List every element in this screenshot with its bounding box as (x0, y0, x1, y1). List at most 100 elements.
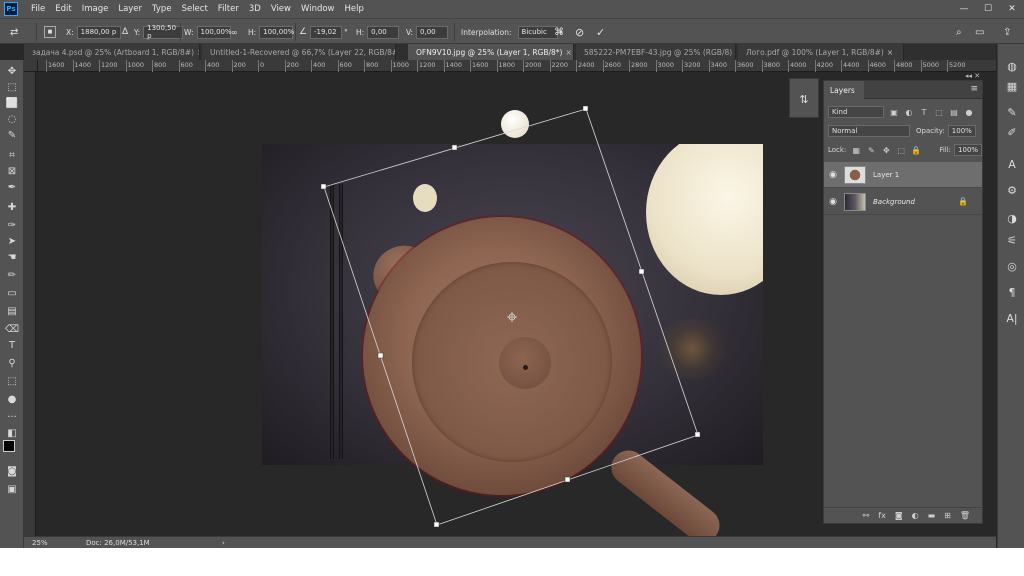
tab-untitled-recovered[interactable]: Untitled-1-Recovered @ 66,7% (Layer 22, … (202, 44, 396, 60)
eraser-tool-icon[interactable]: ⌫ (4, 322, 20, 336)
layer-name[interactable]: Layer 1 (873, 171, 899, 179)
clone-source-icon[interactable]: ⚙ (1004, 182, 1020, 198)
free-transform-bounding-box[interactable] (37, 72, 823, 536)
new-adjustment-icon[interactable]: ◐ (912, 511, 919, 520)
frame-tool-icon[interactable]: ⊠ (4, 164, 20, 178)
menu-image[interactable]: Image (77, 4, 114, 14)
smart-object-filter-icon[interactable]: ▤ (949, 107, 959, 117)
x-input[interactable]: 1880,00 p (76, 25, 121, 39)
layer-row-background[interactable]: ◉ Background 🔒 (824, 189, 982, 215)
cancel-transform-icon[interactable]: ⊘ (575, 25, 584, 39)
hand-tool-icon[interactable]: ☚ (4, 250, 20, 264)
layer-style-icon[interactable]: fx (878, 511, 886, 520)
libraries-icon[interactable]: ◎ (1004, 258, 1020, 274)
transform-handle[interactable] (320, 183, 327, 190)
screen-mode-icon[interactable]: ▣ (4, 482, 20, 496)
visibility-eye-icon[interactable]: ◉ (824, 170, 842, 180)
vertical-skew-input[interactable]: 0,00 (416, 25, 449, 39)
filter-toggle-icon[interactable]: ● (964, 107, 974, 117)
glyphs-icon[interactable]: A| (1004, 310, 1020, 326)
width-input[interactable]: 100,00% (196, 25, 232, 39)
foreground-color-swatch[interactable] (3, 440, 15, 452)
history-icon[interactable]: ⇅ (796, 91, 812, 107)
status-menu-arrow-icon[interactable]: › (222, 539, 225, 547)
default-colors-icon[interactable]: ◧ (4, 426, 20, 440)
y-input[interactable]: 1300,50 p (143, 24, 184, 40)
horizontal-ruler[interactable]: 1600 1400 1200 1000 800 600 400 200 0 200 400 600 80… (38, 60, 996, 72)
brush-tool-icon[interactable]: ✏ (4, 268, 20, 282)
fill-input[interactable]: 100% (954, 144, 983, 156)
tab-close-icon[interactable]: × (197, 48, 199, 57)
link-icon[interactable]: ∞ (231, 25, 238, 39)
tab-zadacha[interactable]: задача 4.psd @ 25% (Artboard 1, RGB/8#) … (24, 44, 200, 60)
brush-settings-icon[interactable]: ✎ (1004, 104, 1020, 120)
path-selection-tool-icon[interactable]: ➤ (4, 234, 20, 248)
maximize-icon[interactable]: ☐ (976, 0, 1000, 18)
eyedropper-tool-icon[interactable]: ✒ (4, 180, 20, 194)
more-tools-icon[interactable]: ··· (4, 410, 20, 424)
menu-3d[interactable]: 3D (244, 4, 266, 14)
paragraph-icon[interactable]: ¶ (1004, 284, 1020, 300)
transform-tool-icon[interactable]: ⬚ (4, 374, 20, 388)
search-icon[interactable]: ⌕ (956, 25, 962, 39)
layer-lock-icon[interactable]: 🔒 (958, 197, 968, 206)
menu-help[interactable]: Help (340, 4, 369, 14)
tab-close-icon[interactable]: × (735, 48, 736, 57)
transform-handle[interactable] (694, 431, 701, 438)
lock-transparent-icon[interactable]: ▦ (851, 145, 861, 155)
lock-all-icon[interactable]: 🔒 (911, 145, 921, 155)
menu-type[interactable]: Type (147, 4, 177, 14)
type-tool-icon[interactable]: T (4, 338, 20, 352)
healing-brush-tool-icon[interactable]: ✚ (4, 200, 20, 214)
transform-handle[interactable] (377, 352, 384, 359)
relative-position-icon[interactable]: Δ (122, 25, 128, 39)
tab-close-icon[interactable]: × (566, 48, 572, 57)
marquee-tool-icon[interactable]: ⬜ (4, 96, 20, 110)
rectangle-tool-icon[interactable]: ▭ (4, 286, 20, 300)
menu-filter[interactable]: Filter (213, 4, 244, 14)
workspace-icon[interactable]: ▭ (975, 25, 984, 39)
transform-handle[interactable] (451, 144, 458, 151)
character-icon[interactable]: A (1004, 156, 1020, 172)
visibility-eye-icon[interactable]: ◉ (824, 197, 842, 207)
quick-select-tool-icon[interactable]: ✎ (4, 128, 20, 142)
adjustments-icon[interactable]: ◑ (1004, 210, 1020, 226)
transform-handle[interactable] (582, 105, 589, 112)
transform-handle[interactable] (638, 268, 645, 275)
menu-window[interactable]: Window (296, 4, 340, 14)
minimize-icon[interactable]: — (952, 0, 976, 18)
height-input[interactable]: 100,00% (259, 25, 294, 39)
swatches-icon[interactable]: ▦ (1004, 78, 1020, 94)
vertical-ruler[interactable] (24, 72, 36, 536)
blend-mode-select[interactable]: Normal (828, 125, 910, 137)
shape-filter-icon[interactable]: ⬚ (934, 107, 944, 117)
properties-icon[interactable]: ⚟ (1004, 232, 1020, 248)
adjustment-filter-icon[interactable]: ◐ (904, 107, 914, 117)
tab-585222[interactable]: 585222-PM7EBF-43.jpg @ 25% (RGB/8) × (576, 44, 736, 60)
transform-pivot-icon[interactable] (507, 312, 517, 322)
document-canvas[interactable] (37, 72, 823, 548)
artboard-tool-icon[interactable]: ⬚ (4, 80, 20, 94)
tab-ofn9v10-active[interactable]: OFN9V10.jpg @ 25% (Layer 1, RGB/8*) × (408, 44, 574, 60)
interpolation-select[interactable]: Bicubic (517, 25, 558, 39)
brushes-icon[interactable]: ✐ (1004, 124, 1020, 140)
commit-transform-icon[interactable]: ✓ (596, 25, 605, 39)
collapse-panels-icon[interactable]: ◂◂ ✕ (965, 72, 980, 80)
crop-tool-icon[interactable]: ⌗ (4, 148, 20, 162)
menu-edit[interactable]: Edit (50, 4, 76, 14)
new-layer-icon[interactable]: ⊞ (944, 511, 951, 520)
color-icon[interactable]: ◍ (1004, 58, 1020, 74)
horizontal-skew-input[interactable]: 0,00 (367, 25, 400, 39)
close-icon[interactable]: ✕ (1000, 0, 1024, 18)
menu-view[interactable]: View (266, 4, 296, 14)
tab-layers[interactable]: Layers (824, 81, 864, 99)
menu-layer[interactable]: Layer (113, 4, 147, 14)
type-filter-icon[interactable]: T (919, 107, 929, 117)
reference-point-icon[interactable]: ■ (44, 25, 56, 39)
opacity-input[interactable]: 100% (947, 125, 976, 137)
pen-tool-icon[interactable]: ✑ (4, 218, 20, 232)
transform-handle[interactable] (433, 521, 440, 528)
lasso-tool-icon[interactable]: ◌ (4, 112, 20, 126)
tab-close-icon[interactable]: × (887, 48, 893, 57)
gradient-tool-icon[interactable]: ▤ (4, 304, 20, 318)
